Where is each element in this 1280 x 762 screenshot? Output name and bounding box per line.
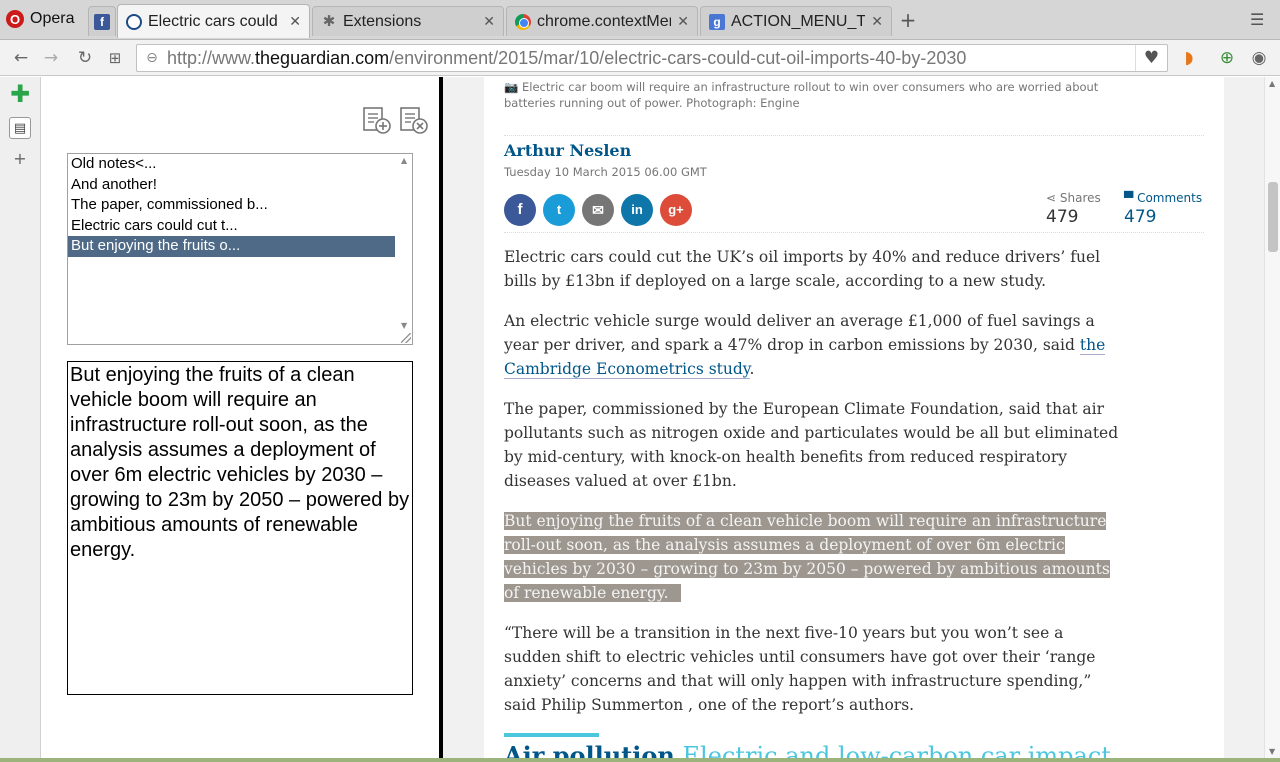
google-icon: g xyxy=(709,13,725,30)
tab-guardian-article[interactable]: Electric cars could c ✕ xyxy=(117,4,310,38)
comments-counter[interactable]: ▀ Comments 479 xyxy=(1124,191,1202,227)
close-icon[interactable]: ✕ xyxy=(677,13,689,30)
scroll-up-icon[interactable]: ▲ xyxy=(1269,79,1275,88)
scroll-down-icon[interactable]: ▼ xyxy=(1269,747,1275,756)
shares-counter: ⋖ Shares 479 xyxy=(1046,191,1101,227)
new-tab-button[interactable]: + xyxy=(898,10,918,30)
comments-count[interactable]: 479 xyxy=(1124,207,1202,227)
note-list-item[interactable]: Old notes<... xyxy=(68,154,395,175)
tab-extensions[interactable]: ✱ Extensions ✕ xyxy=(312,6,504,36)
back-arrow-icon[interactable]: ← xyxy=(10,47,32,69)
opera-menu-button[interactable]: O Opera xyxy=(0,4,84,34)
image-caption: 📷 Electric car boom will require an infr… xyxy=(504,80,1099,110)
close-icon[interactable]: ✕ xyxy=(871,13,883,30)
note-list-item[interactable]: And another! xyxy=(68,175,395,196)
scroll-up-icon[interactable]: ▲ xyxy=(401,156,407,165)
tab-action-menu[interactable]: g ACTION_MENU_T ✕ xyxy=(700,6,892,36)
article: 📷 Electric car boom will require an infr… xyxy=(484,77,1224,762)
puzzle-icon: ✱ xyxy=(322,12,336,30)
paragraph: Electric cars could cut the UK’s oil imp… xyxy=(504,248,1101,290)
note-list-item-selected[interactable]: But enjoying the fruits o... xyxy=(68,236,395,257)
bookmark-heart-icon[interactable]: ♥ xyxy=(1135,45,1167,71)
chrome-icon xyxy=(515,13,531,30)
opera-sidebar: ✚ ▤ + xyxy=(0,77,41,762)
author-link[interactable]: Arthur Neslen xyxy=(504,141,631,160)
scrollbar-thumb[interactable] xyxy=(1268,182,1278,252)
share-icon: ⋖ xyxy=(1046,191,1057,205)
delete-note-icon[interactable] xyxy=(399,105,429,135)
section-rule xyxy=(504,733,599,737)
opera-logo-icon: O xyxy=(6,10,24,28)
tab-title: chrome.contextMen xyxy=(537,12,672,30)
paragraph: The paper, commissioned by the European … xyxy=(504,400,1119,490)
notes-panel-icon[interactable]: ▤ xyxy=(9,117,31,139)
note-list-item[interactable]: Electric cars could cut t... xyxy=(68,216,395,237)
scroll-down-icon[interactable]: ▼ xyxy=(401,321,407,330)
tab-strip: O Opera f Electric cars could c ✕ ✱ Exte… xyxy=(0,0,1280,40)
tab-chrome-contextmenus[interactable]: chrome.contextMen ✕ xyxy=(506,6,698,36)
window-bottom-border xyxy=(0,758,1280,762)
notes-panel: Old notes<... And another! The paper, co… xyxy=(42,77,439,762)
opera-menu-label: Opera xyxy=(30,10,75,27)
account-icon[interactable]: ◉ xyxy=(1248,47,1270,69)
page-scrollbar[interactable]: ▲ ▼ xyxy=(1264,77,1280,762)
paragraph: “There will be a transition in the next … xyxy=(504,624,1096,714)
linkedin-share-icon[interactable]: in xyxy=(621,194,653,226)
rss-icon[interactable]: ◗ xyxy=(1178,47,1200,69)
close-icon[interactable]: ✕ xyxy=(483,13,495,30)
googleplus-share-icon[interactable]: g+ xyxy=(660,194,692,226)
url-text[interactable]: http://www.theguardian.com/environment/2… xyxy=(167,48,1135,69)
address-toolbar: ← → ↻ ⊞ ⊖ http://www.theguardian.com/env… xyxy=(0,40,1280,76)
speed-dial-grid-icon[interactable]: ⊞ xyxy=(104,47,126,69)
facebook-share-icon[interactable]: f xyxy=(504,194,536,226)
shares-count: 479 xyxy=(1046,207,1079,227)
resize-grip-icon[interactable] xyxy=(401,333,411,343)
twitter-share-icon[interactable]: t xyxy=(543,194,575,226)
notes-list[interactable]: Old notes<... And another! The paper, co… xyxy=(67,153,413,345)
paragraph-selected[interactable]: But enjoying the fruits of a clean vehic… xyxy=(504,509,1124,605)
note-editor-textarea[interactable]: But enjoying the fruits of a clean vehic… xyxy=(67,361,413,695)
close-icon[interactable]: ✕ xyxy=(289,13,301,30)
forward-arrow-icon[interactable]: → xyxy=(40,47,62,69)
note-list-item[interactable]: The paper, commissioned b... xyxy=(68,195,395,216)
facebook-icon: f xyxy=(94,13,110,30)
comment-bubble-icon: ▀ xyxy=(1124,191,1134,205)
email-share-icon[interactable]: ✉ xyxy=(582,194,614,226)
camera-icon: 📷 xyxy=(504,80,519,94)
tab-title: Extensions xyxy=(343,12,422,30)
address-bar[interactable]: ⊖ http://www.theguardian.com/environment… xyxy=(136,44,1168,72)
tab-facebook[interactable]: f xyxy=(88,6,116,36)
paragraph: An electric vehicle surge would deliver … xyxy=(504,312,1106,379)
page-info-icon[interactable]: ⊖ xyxy=(137,50,167,66)
reload-icon[interactable]: ↻ xyxy=(74,47,96,69)
publish-date: Tuesday 10 March 2015 06.00 GMT xyxy=(504,165,707,179)
selected-text[interactable]: But enjoying the fruits of a clean vehic… xyxy=(504,512,1110,602)
divider xyxy=(504,232,1204,233)
guardian-icon xyxy=(126,13,142,30)
add-note-icon[interactable] xyxy=(362,105,392,135)
notes-list-scrollbar[interactable]: ▲ ▼ xyxy=(398,154,412,344)
download-icon[interactable]: ⊕ xyxy=(1216,47,1238,69)
web-page: 📷 Electric car boom will require an infr… xyxy=(443,77,1264,762)
add-panel-icon[interactable]: + xyxy=(9,148,31,170)
tab-title: ACTION_MENU_T xyxy=(731,12,866,30)
share-buttons: f t ✉ in g+ xyxy=(504,194,692,226)
tab-menu-icon[interactable]: ☰ xyxy=(1250,10,1264,29)
add-extension-icon[interactable]: ✚ xyxy=(9,82,31,106)
article-body: Electric cars could cut the UK’s oil imp… xyxy=(504,245,1124,733)
divider xyxy=(504,135,1204,136)
tab-title: Electric cars could c xyxy=(148,12,284,30)
